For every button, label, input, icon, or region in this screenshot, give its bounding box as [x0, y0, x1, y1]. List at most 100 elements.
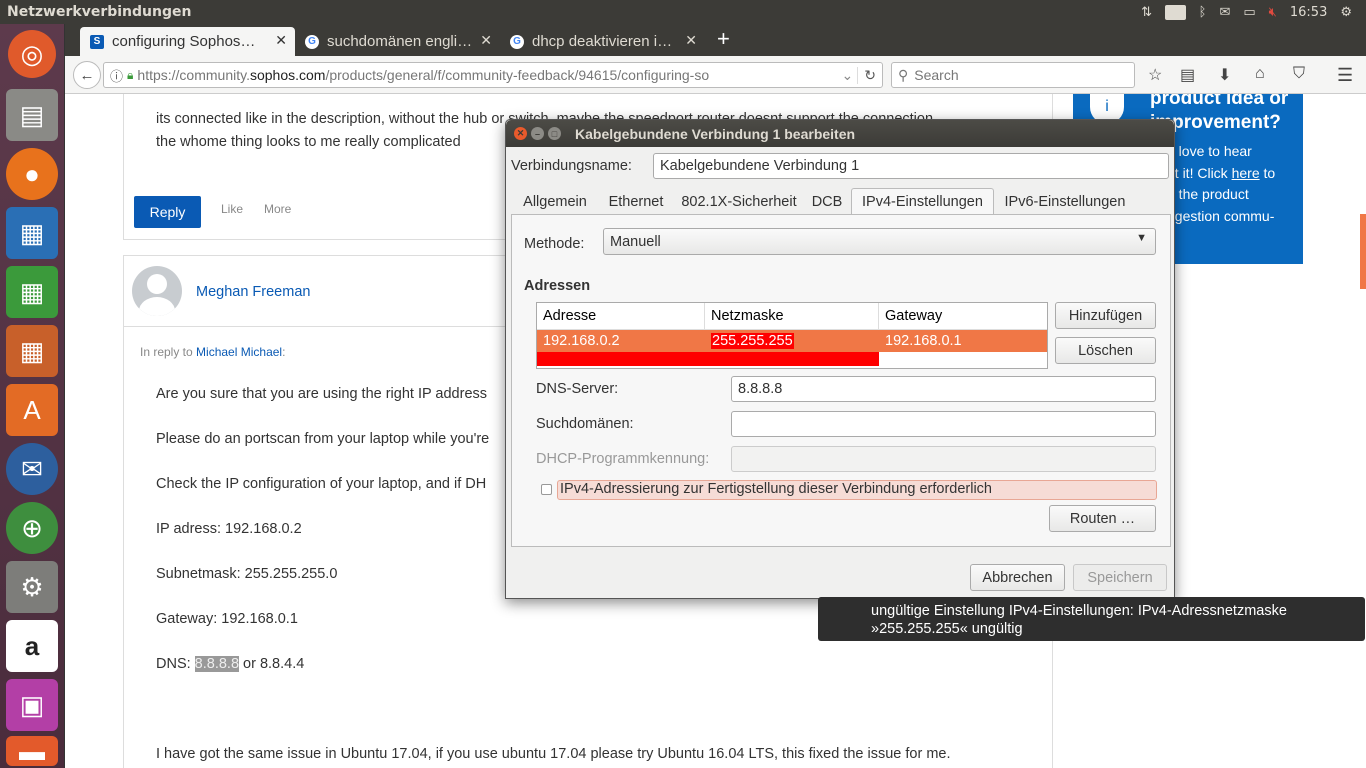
require-ipv4-checkbox[interactable]: [541, 484, 552, 495]
tooltip-line: »255.255.255« ungültig: [871, 621, 1023, 637]
method-label: Methode:: [524, 236, 585, 252]
connection-name-input[interactable]: Kabelgebundene Verbindung 1: [653, 153, 1169, 179]
thunderbird-icon[interactable]: ✉: [6, 443, 58, 495]
dhcp-client-id-input: [731, 446, 1156, 472]
promo-here-link[interactable]: here: [1232, 165, 1260, 181]
search-input[interactable]: ⚲ Search: [891, 62, 1135, 88]
dialog-titlebar[interactable]: ✕ – □ Kabelgebundene Verbindung 1 bearbe…: [506, 120, 1174, 147]
volume-muted-icon[interactable]: 🔇︎: [1269, 5, 1277, 20]
tab-dcb[interactable]: DCB: [807, 188, 847, 215]
reading-list-icon[interactable]: ▤: [1180, 65, 1195, 85]
post-line-dns: DNS: 8.8.8.8 or 8.8.4.4: [156, 656, 304, 672]
like-link[interactable]: Like: [221, 202, 243, 216]
column-header[interactable]: Gateway: [879, 303, 1047, 329]
close-window-icon[interactable]: ✕: [514, 127, 527, 140]
dns-rest: or 8.8.4.4: [239, 656, 305, 672]
close-tab-icon[interactable]: ✕: [480, 32, 492, 49]
network-globe-icon[interactable]: ⊕: [6, 502, 58, 554]
tab-configuring-sophos[interactable]: S configuring Sophos… ✕: [80, 27, 295, 56]
settings-gear-icon[interactable]: ⚙: [1340, 5, 1352, 20]
keyboard-layout-indicator[interactable]: De: [1165, 4, 1186, 20]
search-placeholder: Search: [914, 67, 959, 83]
tab-ipv4[interactable]: IPv4-Einstellungen: [851, 188, 994, 215]
home-icon[interactable]: ⌂: [1255, 65, 1265, 83]
menu-icon[interactable]: ☰: [1337, 65, 1353, 86]
save-button: Speichern: [1073, 564, 1167, 591]
drawer-icon[interactable]: ▬: [6, 736, 58, 766]
validation-error-tooltip: ungültige Einstellung IPv4-Einstellungen…: [818, 597, 1365, 641]
method-select[interactable]: Manuell ▼: [603, 228, 1156, 255]
url-path: /products/general/f/community-feedback/9…: [325, 67, 710, 83]
firefox-icon[interactable]: ●: [6, 148, 58, 200]
maximize-window-icon[interactable]: □: [548, 127, 561, 140]
dns-input[interactable]: 8.8.8.8: [731, 376, 1156, 402]
launcher: ◎ ▤ ● ▦ ▦ ▦ A ✉ ⊕ ⚙ a ▣ ▬: [0, 24, 65, 768]
back-button[interactable]: ←: [73, 61, 101, 89]
routes-button[interactable]: Routen …: [1049, 505, 1156, 532]
search-domains-input[interactable]: [731, 411, 1156, 437]
delete-button[interactable]: Löschen: [1055, 337, 1156, 364]
cell-address[interactable]: 192.168.0.2: [537, 330, 705, 352]
bluetooth-icon[interactable]: ᛒ: [1199, 5, 1207, 20]
post-line: Check the IP configuration of your lapto…: [156, 476, 487, 492]
files-icon[interactable]: ▤: [6, 89, 58, 141]
addresses-table[interactable]: Adresse Netzmaske Gateway 192.168.0.2 25…: [536, 302, 1048, 369]
network-transfer-icon[interactable]: ⇅: [1141, 5, 1152, 20]
tab-ethernet[interactable]: Ethernet: [599, 188, 673, 215]
writer-icon[interactable]: ▦: [6, 207, 58, 259]
reload-icon[interactable]: ↻: [857, 66, 882, 84]
dropdown-arrow-icon[interactable]: ⌄: [842, 67, 858, 84]
page-scrollbar[interactable]: [1360, 214, 1366, 289]
system-settings-icon[interactable]: ⚙: [6, 561, 58, 613]
cell-netmask[interactable]: 255.255.255: [705, 330, 879, 352]
reply-button[interactable]: Reply: [134, 196, 201, 228]
tab-allgemein[interactable]: Allgemein: [515, 188, 595, 215]
lock-icon[interactable]: 🔒︎: [123, 68, 133, 83]
require-ipv4-label[interactable]: IPv4-Adressierung zur Fertigstellung die…: [557, 480, 1157, 500]
clock[interactable]: 16:53: [1290, 5, 1327, 20]
new-tab-button[interactable]: +: [717, 26, 730, 52]
minimize-window-icon[interactable]: –: [531, 127, 544, 140]
mail-icon[interactable]: ✉: [1219, 5, 1230, 20]
tab-label: suchdomänen engli…: [327, 33, 473, 50]
cell-gateway[interactable]: 192.168.0.1: [879, 330, 1047, 352]
column-header[interactable]: Netzmaske: [705, 303, 879, 329]
url-bar[interactable]: ⓘ 🔒︎ https://community.sophos.com/produc…: [103, 62, 883, 88]
in-reply-prefix: In reply to: [140, 345, 193, 359]
netmask-invalid-value[interactable]: 255.255.255: [711, 333, 794, 349]
promo-text: d love to hear: [1167, 143, 1252, 159]
software-center-icon[interactable]: A: [6, 384, 58, 436]
table-row[interactable]: 192.168.0.2 255.255.255 192.168.0.1: [537, 330, 1047, 352]
network-connections-icon[interactable]: ▣: [6, 679, 58, 731]
promo-text: o the product: [1167, 186, 1249, 202]
url-prefix: https://community.: [137, 67, 250, 83]
in-reply-user-link[interactable]: Michael Michael: [196, 345, 282, 359]
tab-ipv6[interactable]: IPv6-Einstellungen: [996, 188, 1134, 215]
download-icon[interactable]: ⬇: [1218, 65, 1231, 85]
tab-dhcp-deaktivieren[interactable]: G dhcp deaktivieren i… ✕: [500, 27, 705, 56]
browser-tab-bar: S configuring Sophos… ✕ G suchdomänen en…: [65, 24, 1366, 56]
tab-suchdomaenen[interactable]: G suchdomänen engli… ✕: [295, 27, 500, 56]
author-link[interactable]: Meghan Freeman: [196, 284, 310, 300]
tab-8021x[interactable]: 802.1X-Sicherheit: [676, 188, 802, 215]
cancel-button[interactable]: Abbrechen: [970, 564, 1065, 591]
more-link[interactable]: More: [264, 202, 291, 216]
google-favicon-icon: G: [305, 34, 319, 49]
ubuntu-icon[interactable]: ◎: [8, 30, 56, 78]
google-favicon-icon: G: [510, 34, 524, 49]
impress-icon[interactable]: ▦: [6, 325, 58, 377]
url-domain: sophos.com: [249, 67, 326, 83]
column-header[interactable]: Adresse: [537, 303, 705, 329]
info-icon[interactable]: ⓘ: [104, 66, 123, 85]
pocket-icon[interactable]: ⛉: [1293, 65, 1305, 83]
add-button[interactable]: Hinzufügen: [1055, 302, 1156, 329]
battery-icon[interactable]: ▭: [1243, 5, 1255, 20]
close-tab-icon[interactable]: ✕: [275, 32, 287, 49]
bookmark-star-icon[interactable]: ☆: [1148, 65, 1162, 85]
calc-icon[interactable]: ▦: [6, 266, 58, 318]
close-tab-icon[interactable]: ✕: [685, 32, 697, 49]
amazon-icon[interactable]: a: [6, 620, 58, 672]
browser-nav-bar: ← ⓘ 🔒︎ https://community.sophos.com/prod…: [65, 56, 1366, 94]
promo-title: product idea or: [1150, 94, 1289, 109]
settings-tabs: Allgemein Ethernet 802.1X-Sicherheit DCB…: [511, 188, 1171, 215]
